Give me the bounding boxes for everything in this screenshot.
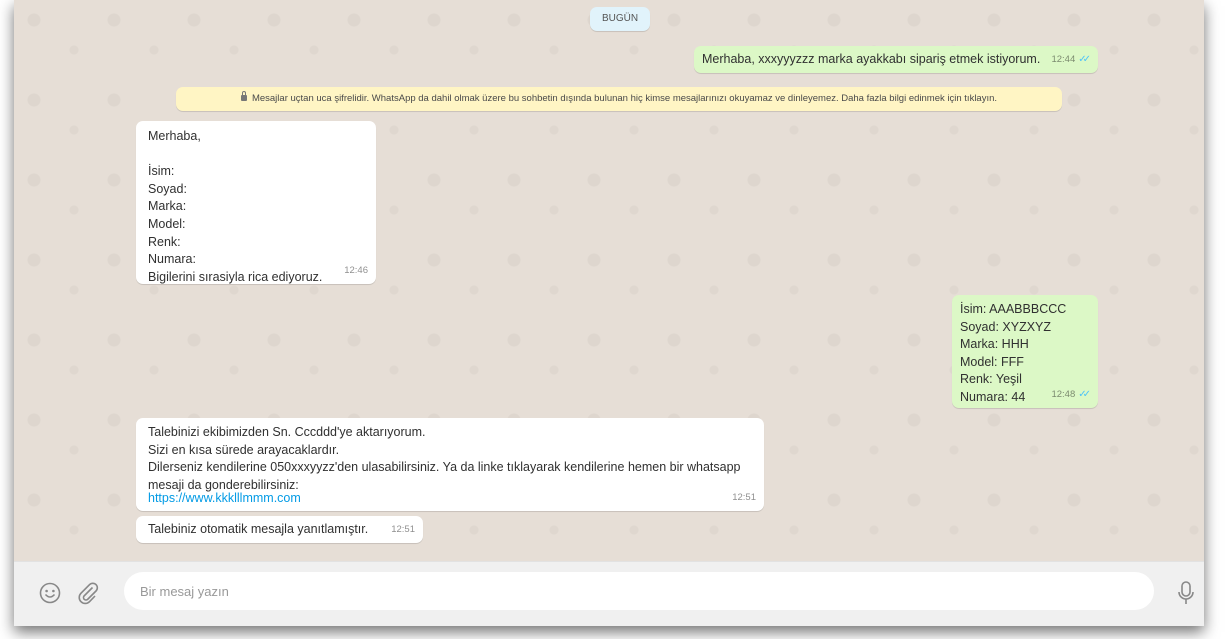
message-meta: 12:51 (732, 489, 756, 507)
message-text: Merhaba, xxxyyyzzz marka ayakkabı sipari… (702, 52, 1041, 66)
microphone-icon[interactable] (1176, 580, 1196, 606)
message-text: İsim: AAABBBCCC Soyad: XYZXYZ Marka: HHH… (960, 302, 1067, 404)
message-input[interactable] (124, 572, 1154, 610)
message-link[interactable]: https://www.kkklllmmm.com (148, 490, 301, 508)
chat-window: BUGÜN Merhaba, xxxyyyzzz marka ayakkabı … (14, 0, 1204, 626)
message-text: Merhaba, İsim: Soyad: Marka: Model: Renk… (148, 129, 323, 284)
message-text: Talebiniz otomatik mesajla yanıtlamıştır… (148, 522, 369, 536)
outgoing-message[interactable]: Merhaba, xxxyyyzzz marka ayakkabı sipari… (694, 46, 1098, 73)
date-chip: BUGÜN (590, 7, 650, 31)
incoming-message[interactable]: Talebiniz otomatik mesajla yanıtlamıştır… (136, 516, 423, 543)
message-meta: 12:51 (391, 521, 415, 539)
message-time: 12:46 (344, 265, 368, 277)
message-meta: 12:48 ✓✓ (1051, 386, 1090, 404)
read-ticks-icon: ✓✓ (1078, 389, 1091, 401)
encryption-notice[interactable]: Mesajlar uçtan uca şifrelidir. WhatsApp … (176, 87, 1062, 111)
message-time: 12:51 (391, 524, 415, 536)
message-meta: 12:44 ✓✓ (1051, 51, 1090, 69)
encryption-notice-text: Mesajlar uçtan uca şifrelidir. WhatsApp … (251, 93, 998, 104)
incoming-message[interactable]: Merhaba, İsim: Soyad: Marka: Model: Renk… (136, 121, 376, 284)
date-chip-label: BUGÜN (601, 13, 639, 24)
paperclip-icon[interactable] (76, 581, 100, 605)
message-meta: 12:46 (344, 262, 368, 280)
emoji-icon[interactable] (38, 581, 62, 605)
message-list[interactable]: BUGÜN Merhaba, xxxyyyzzz marka ayakkabı … (14, 0, 1204, 561)
outgoing-message[interactable]: İsim: AAABBBCCC Soyad: XYZXYZ Marka: HHH… (952, 295, 1098, 408)
incoming-message[interactable]: Talebinizi ekibimizden Sn. Cccddd'ye akt… (136, 418, 764, 511)
message-time: 12:48 (1051, 389, 1076, 401)
lock-icon (240, 91, 247, 101)
message-time: 12:51 (732, 492, 756, 504)
composer-bar (14, 561, 1204, 626)
read-ticks-icon: ✓✓ (1078, 54, 1091, 66)
message-text: Talebinizi ekibimizden Sn. Cccddd'ye akt… (148, 425, 741, 492)
message-time: 12:44 (1051, 54, 1076, 66)
